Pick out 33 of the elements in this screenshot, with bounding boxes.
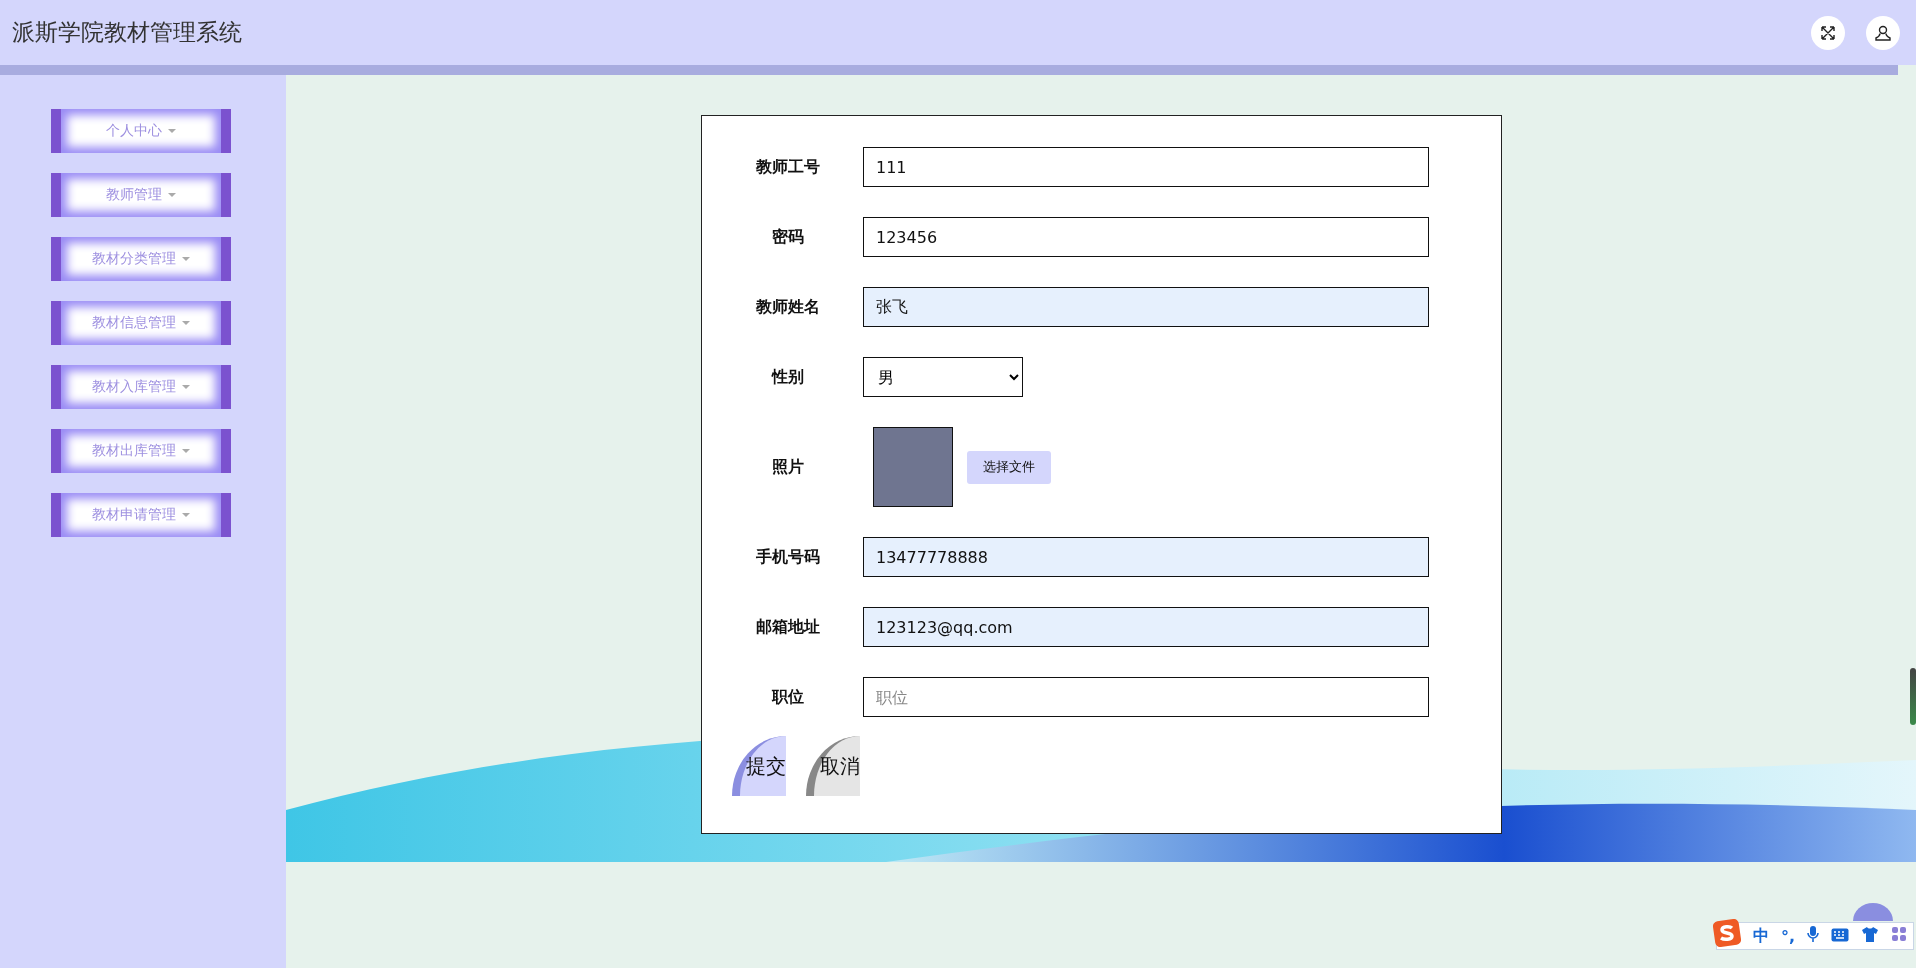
caret-icon [182,385,190,389]
choose-file-button[interactable]: 选择文件 [967,450,1051,484]
field-label: 性别 [770,366,805,388]
caret-icon [168,193,176,197]
text-field[interactable]: 13477778888 [863,537,1429,577]
caret-icon [182,257,190,261]
submit-button[interactable]: 提交 [732,736,786,796]
text-field[interactable]: 111 [863,147,1429,187]
caret-icon [168,129,176,133]
floating-circle-button[interactable] [1853,903,1893,921]
field-label: 邮箱地址 [755,616,821,638]
text-field[interactable]: 123456 [863,217,1429,257]
app-title: 派斯学院教材管理系统 [12,18,242,47]
ime-logo-icon[interactable] [1713,919,1741,947]
caret-icon [182,449,190,453]
caret-icon [182,513,190,517]
punctuation-mode-label[interactable]: °, [1781,926,1796,946]
field-label: 手机号码 [755,546,821,568]
field-label: 教师工号 [755,156,821,178]
field-label: 密码 [771,226,805,248]
field-label: 教师姓名 [755,296,821,318]
text-field[interactable]: 张飞 [863,287,1429,327]
field-label: 照片 [771,456,805,478]
scrollbar-thumb[interactable] [1910,668,1916,725]
user-icon[interactable] [1866,15,1900,50]
text-field[interactable]: 职位 [863,677,1429,717]
input-mode-label[interactable]: 中 [1753,925,1769,947]
field-label: 职位 [771,686,805,708]
gender-select[interactable]: 男 [863,357,1023,397]
cancel-button[interactable]: 取消 [806,736,860,796]
text-field[interactable]: 123123@qq.com [863,607,1429,647]
caret-icon [182,321,190,325]
fullscreen-icon[interactable] [1811,15,1845,50]
